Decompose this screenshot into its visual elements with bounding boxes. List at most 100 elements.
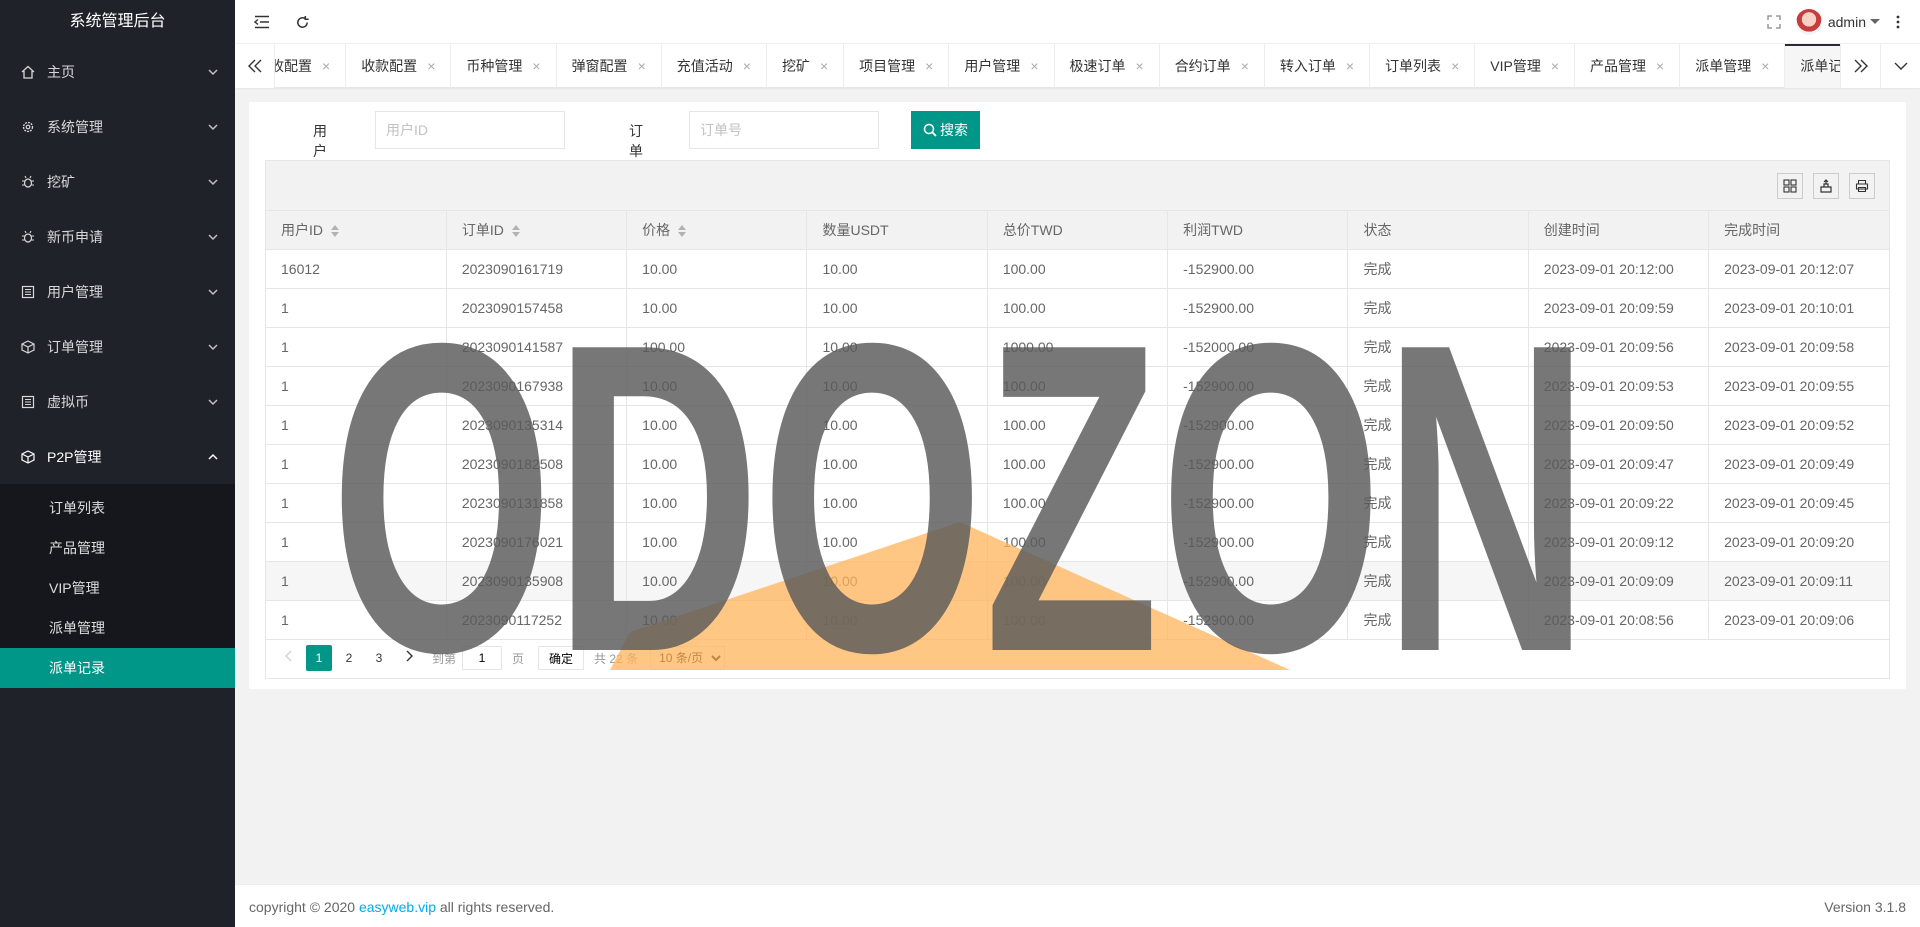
sidebar-item-users[interactable]: 用户管理 <box>0 264 235 319</box>
print-button[interactable] <box>1849 173 1875 199</box>
submenu-item-dispatch-records[interactable]: 派单记录 <box>0 648 235 688</box>
tab-item[interactable]: 收配置 × <box>275 44 347 88</box>
table-cell: 10.00 <box>806 600 988 640</box>
page-1-button[interactable]: 1 <box>306 645 332 671</box>
table-row[interactable]: 1 2023090167938 10.00 10.00 100.00 -152900.00… <box>266 366 1889 406</box>
close-icon[interactable]: × <box>925 44 933 88</box>
close-icon[interactable]: × <box>1346 44 1354 88</box>
grid-icon <box>1783 179 1797 193</box>
columns-filter-button[interactable] <box>1777 173 1803 199</box>
tab-label: 充值活动 <box>676 58 733 74</box>
table-row[interactable]: 1 2023090141587 100.00 10.00 1000.00 -152000.… <box>266 327 1889 367</box>
tab-item[interactable]: 派单记录× <box>1785 44 1840 88</box>
tab-item[interactable]: 派单管理 × <box>1680 44 1786 88</box>
next-page-button[interactable] <box>396 645 422 671</box>
table-cell: 完成 <box>1347 405 1529 445</box>
tab-item[interactable]: 订单列表 × <box>1370 44 1476 88</box>
tab-item[interactable]: 币种管理 × <box>451 44 557 88</box>
tab-item[interactable]: 挖矿 × <box>767 44 845 88</box>
goto-confirm-button[interactable]: 确定 <box>538 646 585 670</box>
footer-link[interactable]: easyweb.vip <box>359 899 436 915</box>
sidebar-item-p2p[interactable]: P2P管理 <box>0 429 235 484</box>
tabs-scroll-left-button[interactable] <box>235 44 275 88</box>
search-button[interactable]: 搜索 <box>911 111 980 149</box>
table-row[interactable]: 1 2023090135314 10.00 10.00 100.00 -152900.00… <box>266 405 1889 445</box>
table-cell: 1 <box>266 483 447 523</box>
tab-item[interactable]: 项目管理 × <box>844 44 950 88</box>
copyright-prefix: copyright © 2020 <box>249 899 359 915</box>
table-row[interactable]: 1 2023090182508 10.00 10.00 100.00 -152900.00… <box>266 444 1889 484</box>
double-chevron-left-icon <box>247 59 261 73</box>
user-menu[interactable]: admin <box>1795 0 1880 44</box>
tabs-dropdown-button[interactable] <box>1880 44 1920 88</box>
tab-item[interactable]: 弹窗配置 × <box>557 44 662 88</box>
column-header[interactable]: 价格 <box>626 211 808 250</box>
sort-icon[interactable] <box>511 225 520 238</box>
more-vertical-icon[interactable] <box>1888 12 1908 32</box>
cube-icon <box>20 339 36 355</box>
user-id-input[interactable] <box>375 111 565 149</box>
close-icon[interactable]: × <box>427 44 435 88</box>
submenu-item-dispatch[interactable]: 派单管理 <box>0 608 235 648</box>
page-2-button[interactable]: 2 <box>336 645 362 671</box>
export-button[interactable] <box>1813 173 1839 199</box>
sidebar-item-virtual-coin[interactable]: 虚拟币 <box>0 374 235 429</box>
sidebar-item-new-coin[interactable]: 新币申请 <box>0 209 235 264</box>
table-row[interactable]: 1 2023090117252 10.00 10.00 100.00 -152900.00… <box>266 600 1889 640</box>
close-icon[interactable]: × <box>322 44 330 88</box>
submenu-item-order-list[interactable]: 订单列表 <box>0 488 235 528</box>
close-icon[interactable]: × <box>1761 44 1769 88</box>
tab-item[interactable]: 产品管理 × <box>1575 44 1681 88</box>
copyright: copyright © 2020 easyweb.vip all rights … <box>249 899 554 915</box>
tab-item[interactable]: 用户管理 × <box>949 44 1055 88</box>
column-header[interactable]: 用户ID <box>266 211 447 250</box>
close-icon[interactable]: × <box>638 44 646 88</box>
tab-item[interactable]: VIP管理 × <box>1475 44 1576 88</box>
goto-page-input[interactable] <box>462 646 503 670</box>
table-row[interactable]: 1 2023090135908 10.00 10.00 100.00 -152900.00… <box>266 561 1889 601</box>
table-cell: 2023090167938 <box>446 366 628 406</box>
close-icon[interactable]: × <box>1656 44 1664 88</box>
sort-icon[interactable] <box>331 225 339 238</box>
close-icon[interactable]: × <box>1136 44 1144 88</box>
table-row[interactable]: 1 2023090131858 10.00 10.00 100.00 -152900.00… <box>266 483 1889 523</box>
sidebar-item-mining[interactable]: 挖矿 <box>0 154 235 209</box>
close-icon[interactable]: × <box>1030 44 1038 88</box>
close-icon[interactable]: × <box>532 44 540 88</box>
sidebar-item-system[interactable]: 系统管理 <box>0 99 235 154</box>
table-row[interactable]: 1 2023090176021 10.00 10.00 100.00 -152900.00… <box>266 522 1889 562</box>
refresh-icon[interactable] <box>292 12 312 32</box>
chevron-right-icon <box>406 650 413 662</box>
close-icon[interactable]: × <box>743 44 751 88</box>
tab-label: 币种管理 <box>466 58 523 74</box>
tab-item[interactable]: 极速订单 × <box>1055 44 1160 88</box>
tab-item[interactable]: 合约订单 × <box>1160 44 1265 88</box>
tab-label: 订单列表 <box>1385 58 1442 74</box>
submenu-item-vip[interactable]: VIP管理 <box>0 568 235 608</box>
table-cell: -152900.00 <box>1167 249 1349 289</box>
fullscreen-icon[interactable] <box>1764 12 1784 32</box>
tabs-scroll-right-button[interactable] <box>1840 44 1880 88</box>
prev-page-button[interactable] <box>276 645 302 671</box>
tab-item[interactable]: 收款配置 × <box>346 44 452 88</box>
menu-fold-icon[interactable] <box>252 12 272 32</box>
close-icon[interactable]: × <box>1451 44 1459 88</box>
page-3-button[interactable]: 3 <box>366 645 392 671</box>
close-icon[interactable]: × <box>820 44 828 88</box>
table-row[interactable]: 16012 2023090161719 10.00 10.00 100.00 -15290… <box>266 249 1889 289</box>
sidebar-item-orders[interactable]: 订单管理 <box>0 319 235 374</box>
submenu-item-products[interactable]: 产品管理 <box>0 528 235 568</box>
column-header[interactable]: 订单ID <box>446 211 628 250</box>
tab-item[interactable]: 充值活动 × <box>662 44 767 88</box>
tab-item[interactable]: 转入订单 × <box>1265 44 1371 88</box>
close-icon[interactable]: × <box>1241 44 1249 88</box>
sort-icon[interactable] <box>678 225 687 238</box>
table-cell: 1 <box>266 600 447 640</box>
sidebar-item-home[interactable]: 主页 <box>0 44 235 99</box>
close-icon[interactable]: × <box>1551 44 1559 88</box>
page-size-select[interactable]: 10 条/页 <box>650 646 726 670</box>
table-row[interactable]: 1 2023090157458 10.00 10.00 100.00 -152900.00… <box>266 288 1889 328</box>
table-cell: -152900.00 <box>1167 600 1349 640</box>
export-icon <box>1820 179 1832 193</box>
order-no-input[interactable] <box>689 111 879 149</box>
